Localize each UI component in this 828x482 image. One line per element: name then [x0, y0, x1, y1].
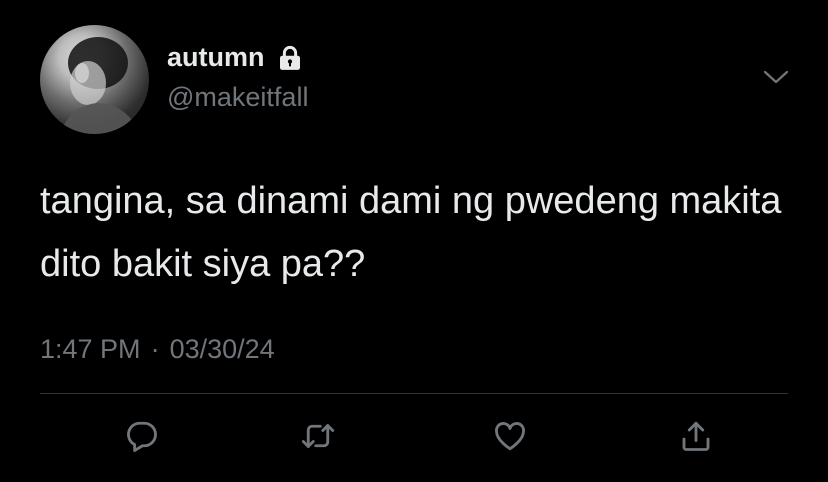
like-button[interactable]	[488, 414, 532, 458]
divider	[40, 393, 788, 394]
reply-button[interactable]	[120, 414, 164, 458]
share-button[interactable]	[674, 414, 718, 458]
chevron-down-icon[interactable]	[762, 66, 790, 88]
retweet-button[interactable]	[296, 414, 340, 458]
meta-separator: ·	[150, 334, 160, 364]
share-icon	[682, 421, 710, 451]
reply-icon	[127, 421, 157, 452]
action-bar	[40, 414, 788, 458]
tweet-date: 03/30/24	[169, 334, 275, 364]
tweet-card: autumn @makeitfall tangina, sa dinami da…	[0, 0, 828, 482]
user-handle[interactable]: @makeitfall	[167, 82, 308, 113]
avatar-image	[60, 37, 140, 134]
tweet-text: tangina, sa dinami dami ng pwedeng makit…	[40, 180, 782, 285]
display-name[interactable]: autumn	[167, 42, 265, 73]
display-name-row[interactable]: autumn	[167, 42, 305, 73]
avatar[interactable]	[40, 25, 149, 134]
retweet-icon	[301, 424, 335, 448]
lock-icon	[275, 43, 305, 73]
tweet-timestamp[interactable]: 1:47 PM · 03/30/24	[40, 334, 275, 365]
tweet-time: 1:47 PM	[40, 334, 141, 364]
like-icon	[495, 422, 525, 451]
